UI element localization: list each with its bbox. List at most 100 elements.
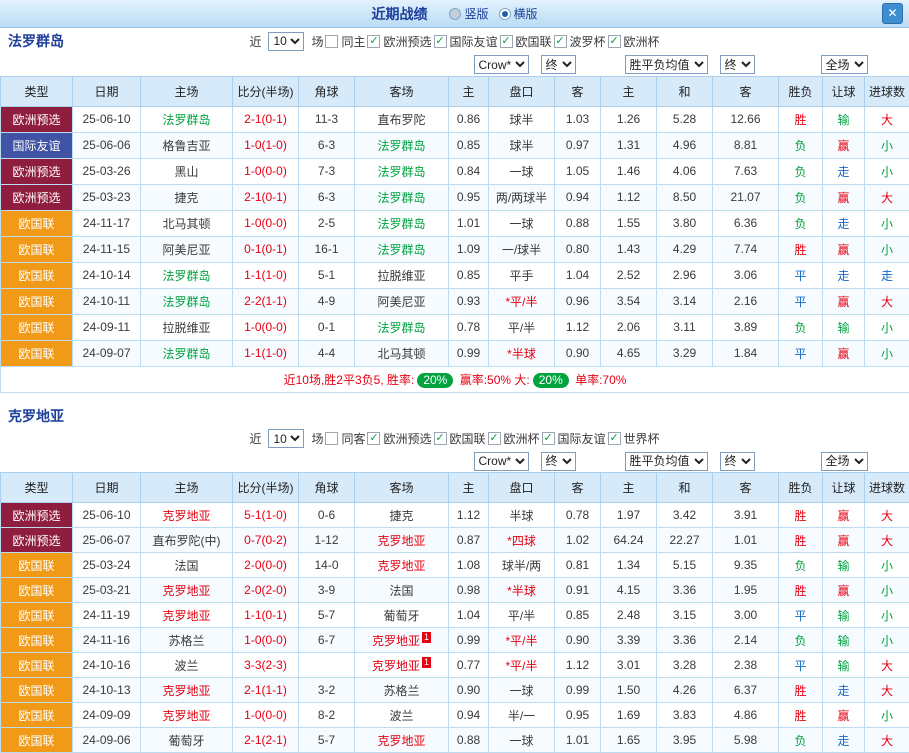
corners-cell: 0-6 [299,503,355,528]
eu-draw-odds-cell: 8.50 [657,184,713,210]
wdl-average-select[interactable]: 胜平负均值 [625,55,708,74]
match-type-cell: 欧国联 [1,628,73,653]
team-name: 法罗群岛 [377,139,425,153]
result-goals-cell: 小 [865,628,909,653]
eu-home-odds-cell: 2.48 [601,603,657,628]
ah-final-select[interactable]: 终 [541,452,576,471]
team-name-title: 法罗群岛 [8,31,64,51]
close-icon[interactable]: ✕ [882,3,903,24]
col-header: 日期 [73,76,141,106]
result-handicap-cell: 输 [823,314,865,340]
radio-icon-vertical[interactable] [449,8,461,20]
checkbox-checked-icon[interactable]: ✓ [608,35,621,48]
checkbox-checked-icon[interactable]: ✓ [542,432,555,445]
col-header: 主 [601,76,657,106]
radio-vertical-layout[interactable]: 竖版 [449,5,488,22]
filter-checkbox[interactable]: 同主 [325,33,365,50]
result-wl-cell: 胜 [779,578,823,603]
eu-draw-odds-cell: 5.15 [657,553,713,578]
ah-line-cell: 一球 [489,678,555,703]
col-header: 客场 [355,473,449,503]
eu-home-odds-cell: 4.65 [601,340,657,366]
checkbox-checked-icon[interactable]: ✓ [500,35,513,48]
checkbox-checked-icon[interactable]: ✓ [554,35,567,48]
score-cell: 2-0(2-0) [233,578,299,603]
checkbox-checked-icon[interactable]: ✓ [367,35,380,48]
home-team-cell: 克罗地亚 [141,678,233,703]
ah-final-select[interactable]: 终 [541,55,576,74]
ah-home-odds-cell: 1.04 [449,603,489,628]
checkbox-checked-icon[interactable]: ✓ [367,432,380,445]
recent-count-select[interactable]: 10 [268,429,304,448]
filter-checkbox[interactable]: ✓世界杯 [608,430,660,447]
checkbox-checked-icon[interactable]: ✓ [608,432,621,445]
result-goals-cell: 小 [865,603,909,628]
home-team-cell: 黑山 [141,158,233,184]
corners-cell: 11-3 [299,106,355,132]
radio-icon-horizontal[interactable] [499,8,511,20]
match-date-cell: 24-10-14 [73,262,141,288]
filter-checkbox[interactable]: ✓欧洲杯 [608,33,660,50]
filter-label: 同客 [341,430,365,447]
col-header: 主场 [141,76,233,106]
checkbox-checked-icon[interactable]: ✓ [434,432,447,445]
filter-checkbox[interactable]: ✓欧洲预选 [367,430,431,447]
corners-cell [299,653,355,678]
away-team-cell: 阿美尼亚 [355,288,449,314]
filter-checkbox[interactable]: ✓欧洲杯 [488,430,540,447]
away-team-cell: 葡萄牙 [355,603,449,628]
ah-line-cell: 平/半 [489,314,555,340]
score-cell: 1-1(0-1) [233,603,299,628]
summary-cell: 近10场,胜2平3负5, 胜率:20% 赢率:50% 大:20% 单率:70% [1,366,909,392]
col-header: 客 [713,76,779,106]
filter-checkbox[interactable]: ✓欧洲预选 [367,33,431,50]
col-header: 让球 [823,473,865,503]
scope-select[interactable]: 全场 [821,452,868,471]
radio-vertical-label: 竖版 [464,5,488,22]
checkbox-checked-icon[interactable]: ✓ [434,35,447,48]
recent-count-select[interactable]: 10 [268,32,304,51]
ah-away-odds-cell: 0.99 [555,678,601,703]
checkbox-unchecked-icon[interactable] [325,432,338,445]
ah-line-cell: 一球 [489,158,555,184]
result-handicap-cell: 赢 [823,184,865,210]
result-handicap-cell: 赢 [823,528,865,553]
team-name: 葡萄牙 [168,734,204,748]
team-name: 直布罗陀(中) [153,534,221,548]
filter-checkbox[interactable]: 同客 [325,430,365,447]
checkbox-checked-icon[interactable]: ✓ [488,432,501,445]
eu-final-select[interactable]: 终 [720,452,755,471]
filter-checkbox[interactable]: ✓国际友谊 [542,430,606,447]
eu-home-odds-cell: 2.06 [601,314,657,340]
team-name: 捷克 [174,191,198,205]
home-team-cell: 阿美尼亚 [141,236,233,262]
radio-horizontal-layout[interactable]: 横版 [499,5,538,22]
checkbox-unchecked-icon[interactable] [325,35,338,48]
eu-away-odds-cell: 1.01 [713,528,779,553]
eu-home-odds-cell: 1.97 [601,503,657,528]
odds-company-select[interactable]: Crow* [474,55,529,74]
team-name: 法国 [389,584,413,598]
result-goals-cell: 走 [865,262,909,288]
scope-select[interactable]: 全场 [821,55,868,74]
ah-away-odds-cell: 1.12 [555,653,601,678]
match-type-cell: 欧国联 [1,340,73,366]
ah-away-odds-cell: 0.90 [555,340,601,366]
filter-checkbox[interactable]: ✓波罗杯 [554,33,606,50]
ah-line-cell: 半球 [489,503,555,528]
wdl-average-select[interactable]: 胜平负均值 [625,452,708,471]
corners-cell: 4-9 [299,288,355,314]
match-type-cell: 欧国联 [1,210,73,236]
team-name: 葡萄牙 [383,609,419,623]
match-date-cell: 25-06-10 [73,106,141,132]
filter-checkbox[interactable]: ✓欧国联 [434,430,486,447]
ah-line-cell: 球半/两 [489,553,555,578]
team-name: 阿美尼亚 [162,243,210,257]
filter-checkbox[interactable]: ✓欧国联 [500,33,552,50]
result-goals-cell: 大 [865,106,909,132]
odds-company-select[interactable]: Crow* [474,452,529,471]
near-label: 近 [249,33,261,50]
col-header: 客 [713,473,779,503]
eu-final-select[interactable]: 终 [720,55,755,74]
filter-checkbox[interactable]: ✓国际友谊 [434,33,498,50]
